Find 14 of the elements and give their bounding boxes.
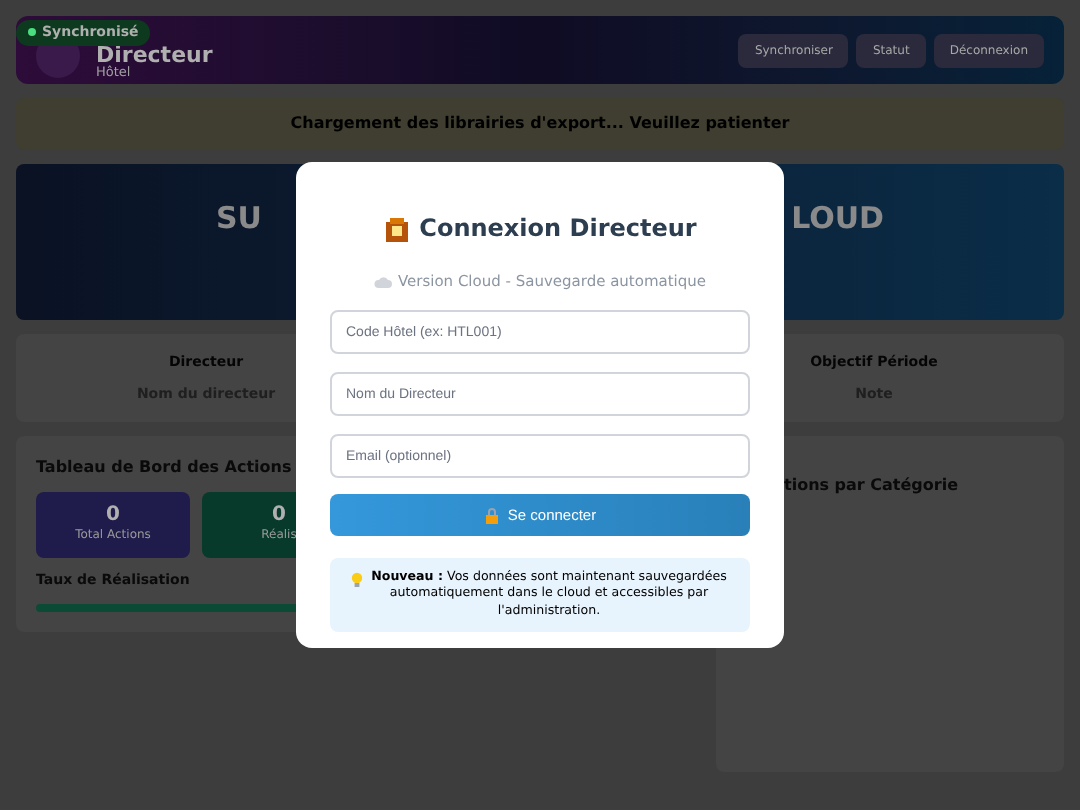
- hero-title: SU: [216, 198, 262, 240]
- header-title: Directeur: [96, 44, 213, 67]
- lightbulb-icon: [350, 572, 364, 589]
- stat-value: 0: [272, 506, 286, 526]
- hotel-icon: [383, 215, 410, 241]
- hero-title: LOUD: [791, 198, 884, 240]
- loading-message: Chargement des librairies d'export... Veuillez patienter: [290, 112, 790, 136]
- status-dot-icon: [28, 28, 36, 37]
- dialog-title: Connexion Directeur: [419, 212, 697, 246]
- stat-value: 0: [106, 506, 120, 526]
- cloud-icon: [373, 275, 392, 288]
- lock-icon: [483, 507, 500, 524]
- card-title: Tableau de Bord des Actions: [36, 456, 292, 480]
- card-title: tions par Catégorie: [784, 476, 959, 494]
